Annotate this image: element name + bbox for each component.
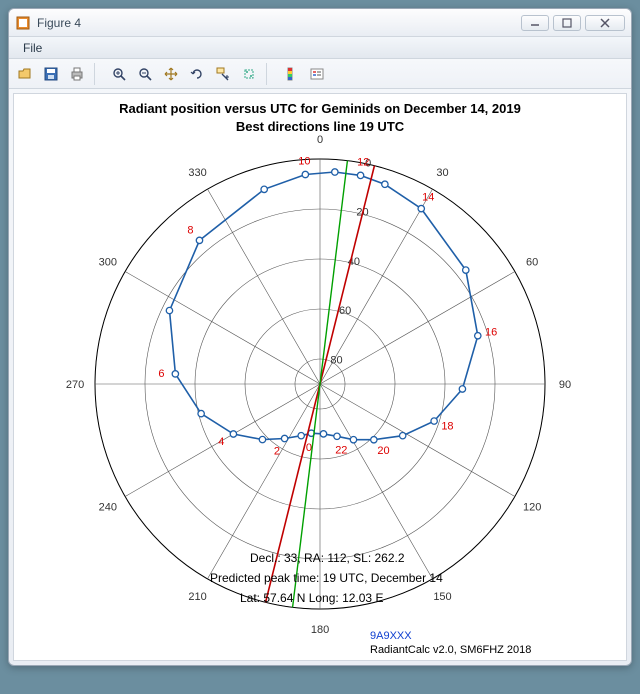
- info-latlong: Lat: 57.64 N Long: 12.03 E: [240, 591, 383, 605]
- radial-label: 60: [339, 305, 351, 317]
- radiant-marker: [172, 371, 178, 377]
- radiant-marker: [320, 431, 326, 437]
- radiant-curve: [170, 172, 478, 440]
- radiant-marker: [298, 432, 304, 438]
- maximize-button[interactable]: [553, 15, 581, 31]
- colorbar-button[interactable]: [279, 62, 303, 86]
- title-bar[interactable]: Figure 4: [9, 9, 631, 37]
- title-line-2: Best directions line 19 UTC: [236, 119, 404, 134]
- rotate-button[interactable]: [185, 62, 209, 86]
- hour-label: 16: [485, 327, 497, 339]
- azimuth-label: 60: [526, 257, 538, 269]
- info-decl-ra: Decl.: 33, RA: 112, SL: 262.2: [250, 551, 405, 565]
- toolbar-separator: [94, 63, 102, 85]
- radiant-marker: [463, 267, 469, 273]
- app-icon: [15, 15, 31, 31]
- menu-file[interactable]: File: [15, 39, 50, 57]
- print-button[interactable]: [65, 62, 89, 86]
- info-peak: Predicted peak time: 19 UTC, December 14: [210, 571, 443, 585]
- radiant-marker: [261, 186, 267, 192]
- zoom-out-button[interactable]: [133, 62, 157, 86]
- legend-button[interactable]: [305, 62, 329, 86]
- window-title: Figure 4: [37, 16, 521, 30]
- hour-label: 22: [335, 445, 347, 457]
- radiant-marker: [475, 333, 481, 339]
- radiant-marker: [259, 436, 265, 442]
- azimuth-label: 270: [66, 379, 84, 391]
- hour-label: 10: [298, 156, 310, 168]
- plot-title: Radiant position versus UTC for Geminids…: [14, 100, 626, 135]
- title-line-1: Radiant position versus UTC for Geminids…: [119, 101, 521, 116]
- zoom-in-button[interactable]: [107, 62, 131, 86]
- hour-label: 12: [357, 157, 369, 169]
- radiant-marker: [166, 307, 172, 313]
- azimuth-label: 90: [559, 379, 571, 391]
- radiant-marker: [459, 386, 465, 392]
- brush-button[interactable]: [237, 62, 261, 86]
- open-button[interactable]: [13, 62, 37, 86]
- radiant-marker: [350, 437, 356, 443]
- figure-window: Figure 4 File Radiant position versus UT…: [8, 8, 632, 666]
- azimuth-label: 180: [311, 624, 329, 636]
- plot-area: Radiant position versus UTC for Geminids…: [13, 93, 627, 661]
- radiant-marker: [230, 431, 236, 437]
- azimuth-label: 150: [433, 591, 451, 603]
- minimize-button[interactable]: [521, 15, 549, 31]
- azimuth-label: 0: [317, 134, 323, 146]
- radiant-marker: [332, 169, 338, 175]
- radiant-marker: [371, 437, 377, 443]
- radiant-marker: [198, 410, 204, 416]
- azimuth-label: 30: [436, 167, 448, 179]
- data-cursor-button[interactable]: [211, 62, 235, 86]
- hour-label: 6: [158, 368, 164, 380]
- hour-label: 2: [274, 445, 280, 457]
- radiant-marker: [399, 432, 405, 438]
- polar-chart[interactable]: 0306090120150180210240270300330020406080…: [14, 134, 626, 694]
- azimuth-label: 210: [188, 591, 206, 603]
- toolbar-separator: [266, 63, 274, 85]
- hour-label: 18: [441, 420, 453, 432]
- hour-label: 8: [187, 225, 193, 237]
- window-controls: [521, 15, 625, 31]
- azimuth-label: 240: [99, 502, 117, 514]
- hour-label: 20: [377, 445, 389, 457]
- credit-label: RadiantCalc v2.0, SM6FHZ 2018: [370, 644, 531, 656]
- callsign-label: 9A9XXX: [370, 630, 412, 642]
- radiant-marker: [334, 433, 340, 439]
- menu-bar: File: [9, 37, 631, 59]
- radiant-marker: [302, 171, 308, 177]
- close-button[interactable]: [585, 15, 625, 31]
- radiant-marker: [431, 418, 437, 424]
- radiant-marker: [382, 181, 388, 187]
- hour-label: 14: [422, 192, 434, 204]
- radiant-marker: [418, 205, 424, 211]
- save-button[interactable]: [39, 62, 63, 86]
- azimuth-label: 330: [188, 167, 206, 179]
- azimuth-label: 120: [523, 502, 541, 514]
- radiant-marker: [357, 172, 363, 178]
- hour-label: 4: [218, 436, 224, 448]
- radiant-marker: [196, 237, 202, 243]
- azimuth-label: 300: [99, 257, 117, 269]
- radiant-marker: [281, 435, 287, 441]
- pan-button[interactable]: [159, 62, 183, 86]
- toolbar: [9, 59, 631, 89]
- radial-label: 80: [330, 354, 342, 366]
